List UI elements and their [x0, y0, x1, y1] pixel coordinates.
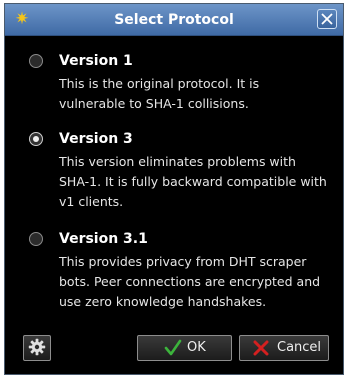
select-protocol-dialog: ✷ Select Protocol Version 1 This is the …	[4, 3, 344, 375]
radio-version-3[interactable]	[29, 132, 43, 146]
settings-button[interactable]	[23, 335, 51, 361]
radio-version-3-1[interactable]	[29, 232, 43, 246]
title-bar[interactable]: ✷ Select Protocol	[5, 4, 343, 36]
option-description: This version eliminates problems with SH…	[59, 154, 327, 209]
option-version-1[interactable]: Version 1 This is the original protocol.…	[29, 52, 329, 114]
option-description: This is the original protocol. It is vul…	[59, 76, 260, 111]
ok-label: OK	[187, 340, 206, 355]
gear-icon	[28, 338, 46, 356]
cancel-button[interactable]: Cancel	[239, 335, 329, 361]
option-version-3-1[interactable]: Version 3.1 This provides privacy from D…	[29, 230, 329, 312]
radio-version-1[interactable]	[29, 54, 43, 68]
option-title: Version 3.1	[59, 231, 148, 247]
ok-button[interactable]: OK	[137, 335, 232, 361]
button-bar: OK Cancel	[5, 332, 343, 374]
sun-icon: ✷	[14, 9, 30, 29]
checkmark-icon	[164, 339, 182, 356]
option-version-3[interactable]: Version 3 This version eliminates proble…	[29, 130, 329, 212]
cancel-label: Cancel	[277, 340, 322, 355]
close-button[interactable]	[317, 9, 337, 29]
option-title: Version 1	[59, 53, 133, 69]
close-icon	[321, 13, 333, 25]
option-description: This provides privacy from DHT scraper b…	[59, 254, 321, 309]
x-icon	[253, 340, 269, 356]
option-title: Version 3	[59, 131, 133, 147]
window-title: Select Protocol	[114, 12, 234, 28]
